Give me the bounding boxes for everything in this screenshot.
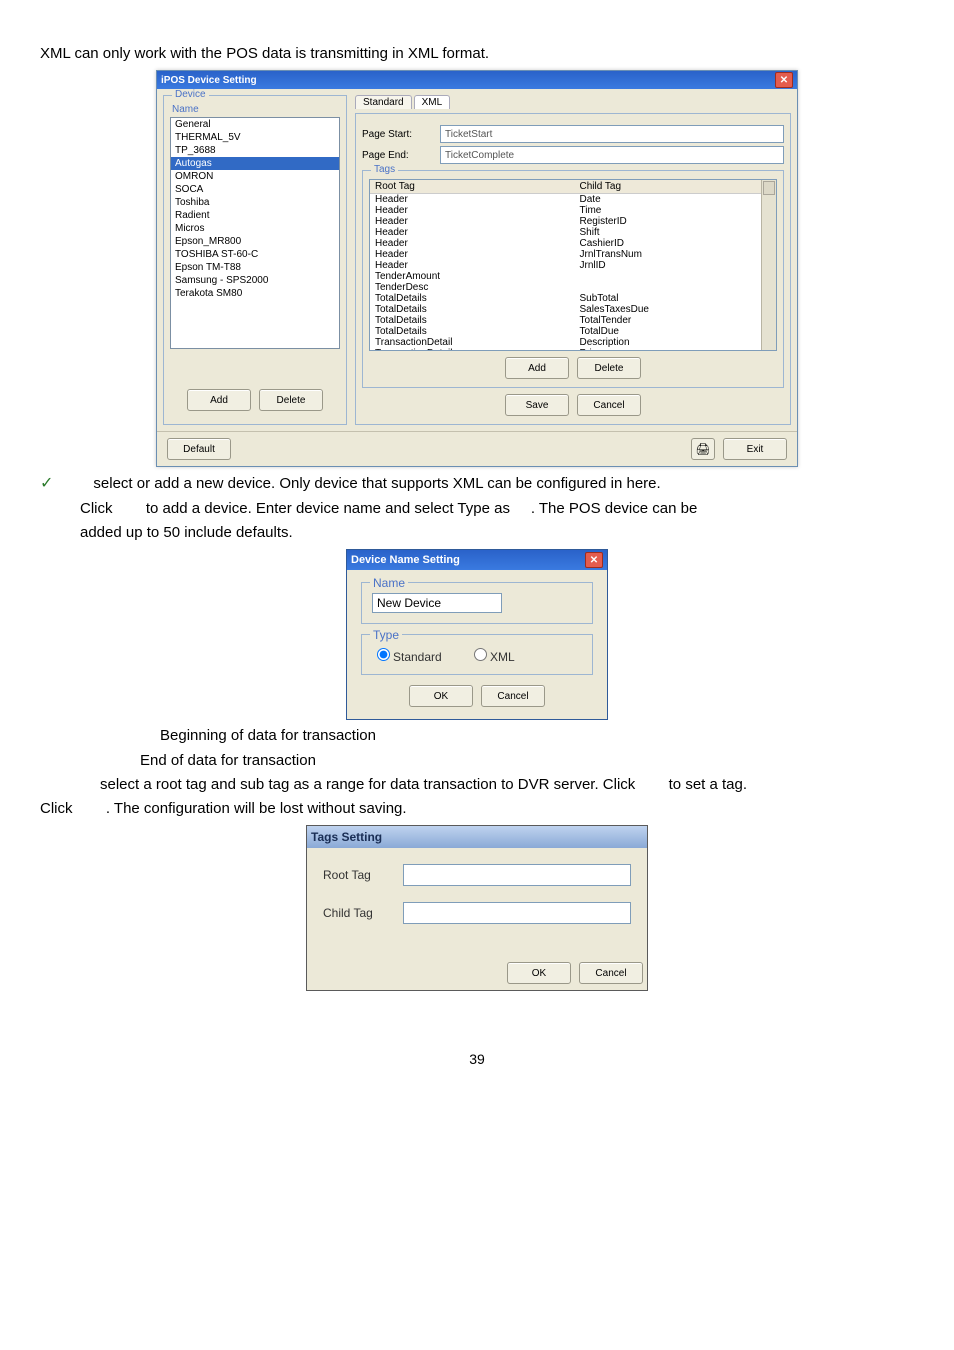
tags-delete-button[interactable]: Delete — [577, 357, 641, 379]
ipos-device-setting-dialog: iPOS Device Setting ✕ Device Name Genera… — [156, 70, 798, 467]
table-row[interactable]: TotalDetailsSalesTaxesDue — [370, 304, 776, 315]
device-delete-button[interactable]: Delete — [259, 389, 323, 411]
child-tag-input[interactable] — [403, 902, 631, 924]
save-button[interactable]: Save — [505, 394, 569, 416]
tab-xml[interactable]: XML — [414, 95, 451, 109]
device-list-item[interactable]: Terakota SM80 — [171, 287, 339, 300]
cancel-button[interactable]: Cancel — [481, 685, 545, 707]
root-tag-input[interactable] — [403, 864, 631, 886]
tags-group-label: Tags — [371, 164, 398, 175]
click-save-text: Click . The configuration will be lost w… — [40, 799, 914, 819]
close-icon[interactable]: ✕ — [775, 72, 793, 88]
device-list-item[interactable]: Micros — [171, 222, 339, 235]
device-list-item[interactable]: Radient — [171, 209, 339, 222]
cancel-button[interactable]: Cancel — [579, 962, 643, 984]
device-list-item[interactable]: Epson TM-T88 — [171, 261, 339, 274]
ipos-title: iPOS Device Setting — [161, 75, 775, 86]
printer-icon[interactable]: 🖨 — [691, 438, 715, 460]
device-name-input[interactable] — [372, 593, 502, 613]
root-tag-label: Root Tag — [323, 868, 403, 882]
tags-group: Tags Root Tag Child Tag He — [362, 170, 784, 388]
page-end-desc: End of data for transaction — [140, 751, 914, 771]
page-start-label: Page Start: — [362, 129, 432, 140]
xml-intro-text: XML can only work with the POS data is t… — [40, 44, 914, 64]
col-root-tag: Root Tag — [370, 180, 575, 194]
tags-setting-dialog: Tags Setting Root Tag Child Tag OK Cance… — [306, 825, 648, 991]
device-group: Device Name GeneralTHERMAL_5VTP_3688Auto… — [163, 95, 347, 425]
devname-title: Device Name Setting — [351, 554, 585, 566]
default-button[interactable]: Default — [167, 438, 231, 460]
table-row[interactable]: HeaderRegisterID — [370, 216, 776, 227]
table-row[interactable]: TenderAmount — [370, 271, 776, 282]
close-icon[interactable]: ✕ — [585, 552, 603, 568]
table-row[interactable]: HeaderJrnlTransNum — [370, 249, 776, 260]
device-add-button[interactable]: Add — [187, 389, 251, 411]
child-tag-label: Child Tag — [323, 906, 403, 920]
device-list-item[interactable]: Autogas — [171, 157, 339, 170]
table-row[interactable]: HeaderTime — [370, 205, 776, 216]
device-list-item[interactable]: Epson_MR800 — [171, 235, 339, 248]
devname-titlebar: Device Name Setting ✕ — [347, 550, 607, 570]
table-row[interactable]: TransactionDetailDescription — [370, 337, 776, 348]
ok-button[interactable]: OK — [507, 962, 571, 984]
exit-button[interactable]: Exit — [723, 438, 787, 460]
table-row[interactable]: TotalDetailsSubTotal — [370, 293, 776, 304]
page-end-field[interactable]: TicketComplete — [440, 146, 784, 164]
table-row[interactable]: TotalDetailsTotalDue — [370, 326, 776, 337]
xml-tab-panel: Page Start: TicketStart Page End: Ticket… — [355, 113, 791, 425]
tab-standard[interactable]: Standard — [355, 95, 412, 109]
tags-add-button[interactable]: Add — [505, 357, 569, 379]
radio-xml[interactable]: XML — [469, 650, 515, 664]
tab-bar: Standard XML — [355, 95, 791, 109]
col-child-tag: Child Tag — [575, 180, 776, 194]
table-row[interactable]: HeaderShift — [370, 227, 776, 238]
ok-button[interactable]: OK — [409, 685, 473, 707]
page-number: 39 — [40, 1051, 914, 1067]
type-group-label: Type — [370, 628, 402, 642]
device-list-item[interactable]: TP_3688 — [171, 144, 339, 157]
page-start-field[interactable]: TicketStart — [440, 125, 784, 143]
checkmark-icon: ✓ — [40, 475, 53, 492]
type-group: Type Standard XML — [361, 634, 593, 675]
page-start-desc: Beginning of data for transaction — [160, 726, 914, 746]
device-list[interactable]: GeneralTHERMAL_5VTP_3688AutogasOMRONSOCA… — [170, 117, 340, 349]
table-row[interactable]: TransactionDetailPrice — [370, 348, 776, 351]
tags-instruction-text: select a root tag and sub tag as a range… — [100, 775, 914, 795]
ipos-titlebar: iPOS Device Setting ✕ — [157, 71, 797, 89]
cancel-button[interactable]: Cancel — [577, 394, 641, 416]
name-column-header: Name — [170, 104, 340, 117]
added-upto-text: added up to 50 include defaults. — [80, 523, 914, 543]
device-list-item[interactable]: THERMAL_5V — [171, 131, 339, 144]
table-row[interactable]: HeaderCashierID — [370, 238, 776, 249]
table-row[interactable]: TenderDesc — [370, 282, 776, 293]
page-end-label: Page End: — [362, 150, 432, 161]
device-list-item[interactable]: OMRON — [171, 170, 339, 183]
tags-table[interactable]: Root Tag Child Tag HeaderDateHeaderTimeH… — [369, 179, 777, 351]
device-list-item[interactable]: Toshiba — [171, 196, 339, 209]
device-instruction-text: ✓select or add a new device. Only device… — [40, 473, 914, 495]
name-group: Name — [361, 582, 593, 624]
tags-titlebar: Tags Setting — [307, 826, 647, 848]
table-row[interactable]: HeaderJrnlID — [370, 260, 776, 271]
device-list-item[interactable]: Samsung - SPS2000 — [171, 274, 339, 287]
device-name-setting-dialog: Device Name Setting ✕ Name Type Standard… — [346, 549, 608, 720]
radio-standard[interactable]: Standard — [372, 650, 442, 664]
ipos-footer: Default 🖨 Exit — [157, 431, 797, 466]
tags-title: Tags Setting — [311, 830, 643, 844]
table-row[interactable]: TotalDetailsTotalTender — [370, 315, 776, 326]
device-group-label: Device — [172, 89, 209, 100]
device-list-item[interactable]: General — [171, 118, 339, 131]
device-list-item[interactable]: TOSHIBA ST-60-C — [171, 248, 339, 261]
click-add-text: Click to add a device. Enter device name… — [80, 499, 914, 519]
device-list-item[interactable]: SOCA — [171, 183, 339, 196]
scrollbar[interactable] — [761, 180, 776, 350]
table-row[interactable]: HeaderDate — [370, 194, 776, 206]
name-group-label: Name — [370, 576, 408, 590]
